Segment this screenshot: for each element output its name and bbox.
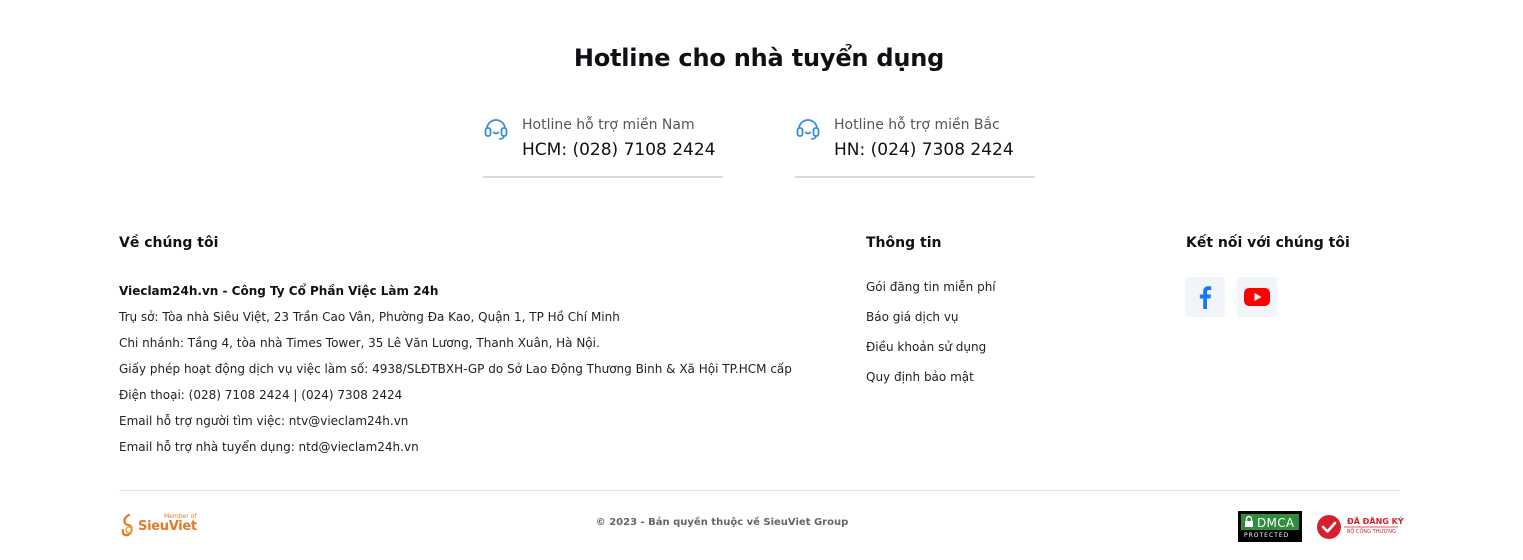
hotline-label-north: Hotline hỗ trợ miền Bắc (834, 117, 1000, 133)
hotline-number-north[interactable]: HN: (024) 7308 2424 (834, 140, 1014, 160)
hotline-title: Hotline cho nhà tuyển dụng (573, 44, 945, 72)
youtube-button[interactable] (1237, 277, 1277, 317)
headset-icon (484, 119, 508, 140)
about-company-name: Vieclam24h.vn - Công Ty Cổ Phần Việc Làm… (119, 284, 439, 298)
bct-sublabel: BỘ CÔNG THƯƠNG (1347, 529, 1396, 535)
lock-icon (1245, 515, 1253, 527)
about-branch: Chi nhánh: Tầng 4, tòa nhà Times Tower, … (119, 336, 600, 350)
headset-icon (796, 119, 820, 140)
info-link-pricing[interactable]: Báo giá dịch vụ (866, 310, 959, 324)
dmca-badge[interactable]: DMCA PROTECTED (1238, 511, 1302, 542)
about-title: Về chúng tôi (119, 235, 219, 251)
facebook-icon (1199, 286, 1212, 309)
info-title: Thông tin (866, 235, 942, 251)
about-license: Giấy phép hoạt động dịch vụ việc làm số:… (119, 362, 792, 376)
footer-divider (119, 490, 1400, 491)
dmca-badge-top: DMCA (1241, 514, 1299, 530)
info-link-privacy[interactable]: Quy định bảo mật (866, 370, 974, 384)
dmca-label: DMCA (1257, 516, 1295, 530)
hotline-card-south[interactable]: Hotline hỗ trợ miền Nam HCM: (028) 7108 … (483, 112, 723, 178)
facebook-button[interactable] (1185, 277, 1225, 317)
hotline-card-north[interactable]: Hotline hỗ trợ miền Bắc HN: (024) 7308 2… (795, 112, 1035, 178)
about-email-candidate[interactable]: Email hỗ trợ người tìm việc: ntv@vieclam… (119, 414, 408, 428)
about-address: Trụ sở: Tòa nhà Siêu Việt, 23 Trần Cao V… (119, 310, 620, 324)
about-phone: Điện thoại: (028) 7108 2424 | (024) 7308… (119, 388, 403, 402)
youtube-icon (1244, 288, 1270, 306)
social-title: Kết nối với chúng tôi (1186, 235, 1350, 251)
bct-label: ĐÃ ĐĂNG KÝ (1347, 517, 1404, 526)
dmca-sublabel: PROTECTED (1244, 532, 1290, 539)
info-link-terms[interactable]: Điều khoản sử dụng (866, 340, 986, 354)
about-email-employer[interactable]: Email hỗ trợ nhà tuyển dụng: ntd@vieclam… (119, 440, 419, 454)
info-link-free-posting[interactable]: Gói đăng tin miễn phí (866, 280, 996, 294)
hotline-number-south[interactable]: HCM: (028) 7108 2424 (522, 140, 716, 160)
hotline-label-south: Hotline hỗ trợ miền Nam (522, 117, 695, 133)
copyright-text: © 2023 - Bản quyền thuộc về SieuViet Gro… (595, 517, 849, 528)
